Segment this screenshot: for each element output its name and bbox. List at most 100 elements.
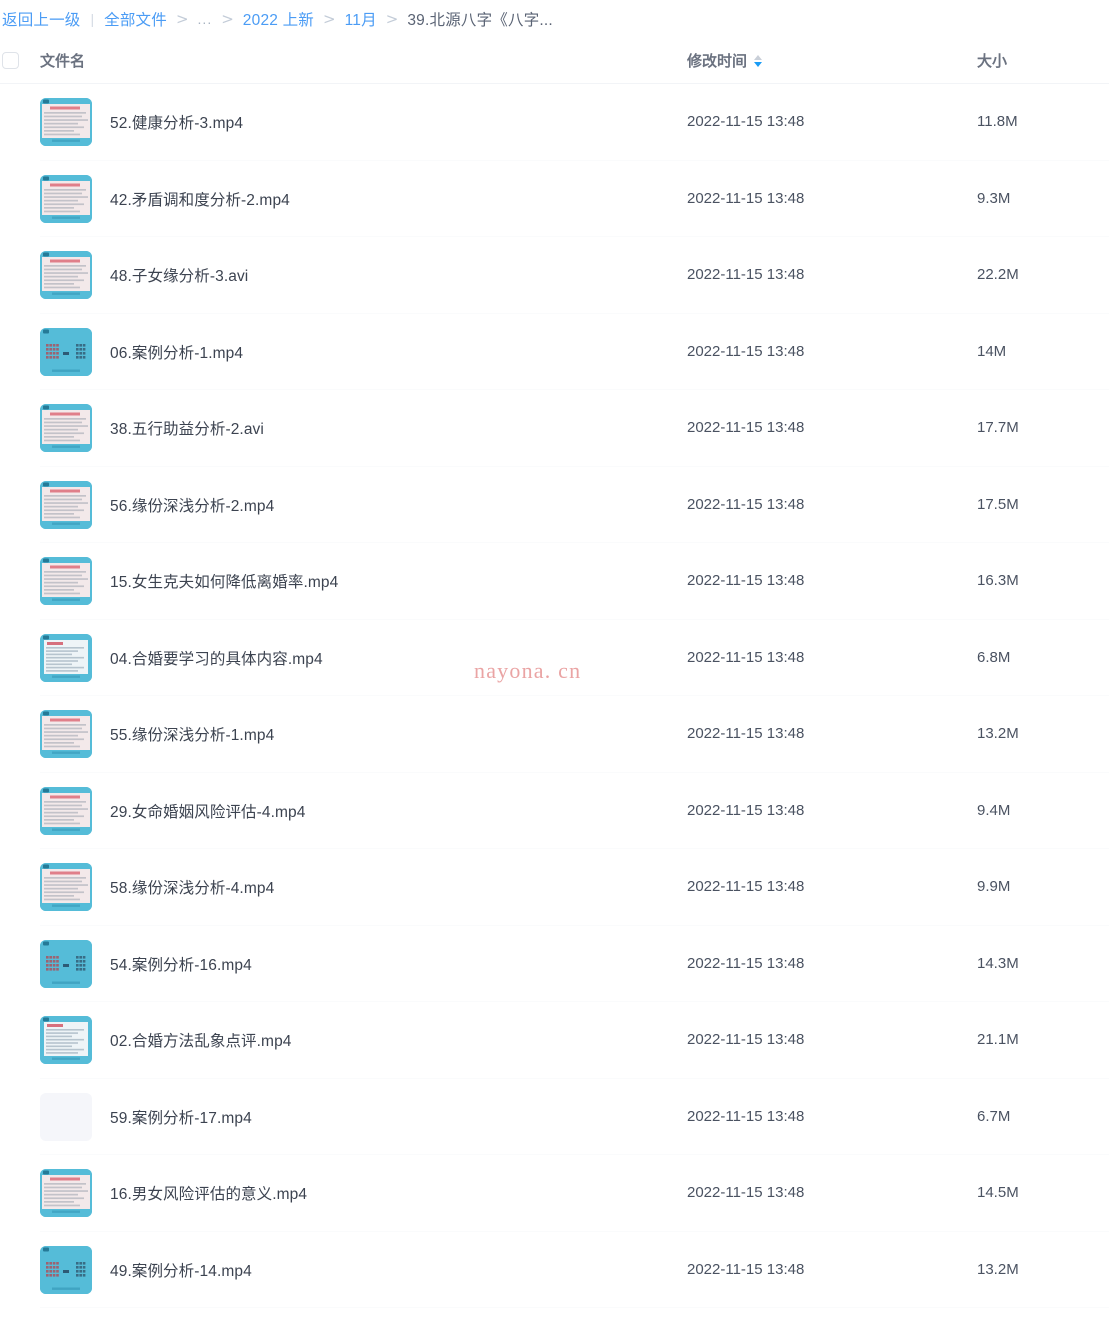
- table-row[interactable]: 54.案例分析-16.mp4 2022-11-15 13:48 14.3M: [0, 926, 1109, 1003]
- file-modified-time: 2022-11-15 13:48: [687, 801, 805, 819]
- file-name-label[interactable]: 54.案例分析-16.mp4: [110, 953, 252, 975]
- video-thumbnail-icon: [40, 251, 92, 300]
- column-header-size[interactable]: 大小: [949, 50, 1109, 71]
- table-row[interactable]: 56.缘份深浅分析-2.mp4 2022-11-15 13:48 17.5M: [0, 467, 1109, 544]
- file-name-label[interactable]: 38.五行助益分析-2.avi: [110, 417, 264, 439]
- file-name-label[interactable]: 15.女生克夫如何降低离婚率.mp4: [110, 570, 338, 592]
- file-time-cell: 2022-11-15 13:48: [659, 572, 949, 590]
- table-row[interactable]: 38.五行助益分析-2.avi 2022-11-15 13:48 17.7M: [0, 390, 1109, 467]
- table-row[interactable]: 02.合婚方法乱象点评.mp4 2022-11-15 13:48 21.1M: [0, 1002, 1109, 1079]
- file-time-cell: 2022-11-15 13:48: [659, 725, 949, 743]
- file-name-cell[interactable]: 48.子女缘分析-3.avi: [40, 251, 659, 300]
- chevron-right-icon-3: >: [323, 10, 336, 28]
- file-size-label: 9.9M: [977, 878, 1011, 896]
- file-name-cell[interactable]: 59.案例分析-17.mp4: [40, 1092, 659, 1141]
- file-size-cell: 17.5M: [949, 496, 1109, 514]
- table-row[interactable]: 49.案例分析-14.mp4 2022-11-15 13:48 13.2M: [0, 1232, 1109, 1309]
- file-name-cell[interactable]: 42.矛盾调和度分析-2.mp4: [40, 174, 659, 223]
- file-name-cell[interactable]: 02.合婚方法乱象点评.mp4: [40, 1016, 659, 1065]
- file-name-label[interactable]: 56.缘份深浅分析-2.mp4: [110, 494, 274, 516]
- file-size-label: 9.4M: [977, 801, 1011, 819]
- sort-descending-icon[interactable]: [754, 54, 763, 67]
- file-name-cell[interactable]: 58.缘份深浅分析-4.mp4: [40, 863, 659, 912]
- table-row[interactable]: 59.案例分析-17.mp4 2022-11-15 13:48 6.7M: [0, 1079, 1109, 1156]
- file-size-cell: 6.7M: [949, 1108, 1109, 1126]
- breadcrumb-back-link[interactable]: 返回上一级: [2, 8, 81, 30]
- file-size-label: 17.5M: [977, 495, 1019, 513]
- column-header-name-label: 文件名: [40, 53, 86, 70]
- table-row[interactable]: 16.男女风险评估的意义.mp4 2022-11-15 13:48 14.5M: [0, 1155, 1109, 1232]
- video-thumbnail-icon: [40, 98, 92, 147]
- file-size-label: 9.3M: [977, 189, 1011, 207]
- file-name-cell[interactable]: 06.案例分析-1.mp4: [40, 327, 659, 376]
- table-row[interactable]: 52.健康分析-3.mp4 2022-11-15 13:48 11.8M: [0, 84, 1109, 161]
- table-row[interactable]: 15.女生克夫如何降低离婚率.mp4 2022-11-15 13:48 16.3M: [0, 543, 1109, 620]
- table-row[interactable]: 06.案例分析-1.mp4 2022-11-15 13:48 14M: [0, 314, 1109, 391]
- file-time-cell: 2022-11-15 13:48: [659, 419, 949, 437]
- file-name-cell[interactable]: 15.女生克夫如何降低离婚率.mp4: [40, 557, 659, 606]
- table-row[interactable]: 48.子女缘分析-3.avi 2022-11-15 13:48 22.2M: [0, 237, 1109, 314]
- video-thumbnail-icon: [40, 1245, 92, 1294]
- file-modified-time: 2022-11-15 13:48: [687, 342, 805, 360]
- file-name-cell[interactable]: 29.女命婚姻风险评估-4.mp4: [40, 786, 659, 835]
- file-name-cell[interactable]: 16.男女风险评估的意义.mp4: [40, 1169, 659, 1218]
- file-size-cell: 6.8M: [949, 649, 1109, 667]
- file-size-cell: 14.3M: [949, 955, 1109, 973]
- file-name-label[interactable]: 06.案例分析-1.mp4: [110, 341, 243, 363]
- table-row[interactable]: 29.女命婚姻风险评估-4.mp4 2022-11-15 13:48 9.4M: [0, 773, 1109, 850]
- file-name-cell[interactable]: 52.健康分析-3.mp4: [40, 98, 659, 147]
- select-all-checkbox[interactable]: [2, 52, 19, 69]
- file-name-label[interactable]: 42.矛盾调和度分析-2.mp4: [110, 188, 290, 210]
- column-header-name[interactable]: 文件名: [40, 50, 659, 71]
- file-name-label[interactable]: 49.案例分析-14.mp4: [110, 1259, 252, 1281]
- table-row[interactable]: 42.矛盾调和度分析-2.mp4 2022-11-15 13:48 9.3M: [0, 161, 1109, 238]
- file-time-cell: 2022-11-15 13:48: [659, 113, 949, 131]
- file-name-cell[interactable]: 49.案例分析-14.mp4: [40, 1245, 659, 1294]
- file-modified-time: 2022-11-15 13:48: [687, 1107, 805, 1125]
- file-name-label[interactable]: 04.合婚要学习的具体内容.mp4: [110, 647, 323, 669]
- breadcrumb-ellipsis[interactable]: ...: [198, 11, 213, 27]
- file-size-label: 14.3M: [977, 954, 1019, 972]
- file-size-label: 21.1M: [977, 1031, 1019, 1049]
- file-name-cell[interactable]: 55.缘份深浅分析-1.mp4: [40, 710, 659, 759]
- video-thumbnail-icon: [40, 404, 92, 453]
- column-header-size-label: 大小: [977, 53, 1008, 70]
- breadcrumb: 返回上一级 | 全部文件 > ... > 2022 上新 > 11月 > 39.…: [0, 0, 1109, 38]
- breadcrumb-item-year[interactable]: 2022 上新: [243, 8, 314, 30]
- column-header-time[interactable]: 修改时间: [659, 50, 949, 71]
- file-name-label[interactable]: 55.缘份深浅分析-1.mp4: [110, 723, 274, 745]
- file-time-cell: 2022-11-15 13:48: [659, 649, 949, 667]
- file-time-cell: 2022-11-15 13:48: [659, 1261, 949, 1279]
- breadcrumb-item-month[interactable]: 11月: [345, 8, 377, 30]
- file-size-cell: 22.2M: [949, 266, 1109, 284]
- file-name-label[interactable]: 16.男女风险评估的意义.mp4: [110, 1182, 307, 1204]
- file-name-label[interactable]: 29.女命婚姻风险评估-4.mp4: [110, 800, 306, 822]
- file-name-label[interactable]: 59.案例分析-17.mp4: [110, 1106, 252, 1128]
- table-row[interactable]: 04.合婚要学习的具体内容.mp4 2022-11-15 13:48 6.8M: [0, 620, 1109, 697]
- file-time-cell: 2022-11-15 13:48: [659, 190, 949, 208]
- file-time-cell: 2022-11-15 13:48: [659, 878, 949, 896]
- table-row[interactable]: 55.缘份深浅分析-1.mp4 2022-11-15 13:48 13.2M: [0, 696, 1109, 773]
- file-name-cell[interactable]: 54.案例分析-16.mp4: [40, 939, 659, 988]
- select-all-cell[interactable]: [0, 52, 40, 69]
- file-name-label[interactable]: 02.合婚方法乱象点评.mp4: [110, 1029, 292, 1051]
- blank-thumbnail-icon: [40, 1092, 92, 1141]
- file-name-cell[interactable]: 04.合婚要学习的具体内容.mp4: [40, 633, 659, 682]
- chevron-right-icon-2: >: [221, 10, 234, 28]
- file-name-label[interactable]: 58.缘份深浅分析-4.mp4: [110, 876, 274, 898]
- file-name-label[interactable]: 52.健康分析-3.mp4: [110, 111, 243, 133]
- breadcrumb-item-root[interactable]: 全部文件: [104, 8, 167, 30]
- breadcrumb-current-folder: 39.北源八字《八字...: [407, 12, 553, 29]
- file-size-label: 11.8M: [977, 113, 1018, 131]
- file-name-label[interactable]: 48.子女缘分析-3.avi: [110, 264, 248, 286]
- table-row[interactable]: 58.缘份深浅分析-4.mp4 2022-11-15 13:48 9.9M: [0, 849, 1109, 926]
- file-modified-time: 2022-11-15 13:48: [687, 954, 805, 972]
- file-size-cell: 13.2M: [949, 725, 1109, 743]
- file-time-cell: 2022-11-15 13:48: [659, 955, 949, 973]
- file-list-table: 文件名 修改时间 大小 52.健康分析-3.mp4 2022-11-15 13:4…: [0, 38, 1109, 1308]
- file-name-cell[interactable]: 56.缘份深浅分析-2.mp4: [40, 480, 659, 529]
- file-name-cell[interactable]: 38.五行助益分析-2.avi: [40, 404, 659, 453]
- file-modified-time: 2022-11-15 13:48: [687, 1184, 805, 1202]
- file-size-label: 13.2M: [977, 1260, 1019, 1278]
- file-size-cell: 11.8M: [949, 113, 1109, 131]
